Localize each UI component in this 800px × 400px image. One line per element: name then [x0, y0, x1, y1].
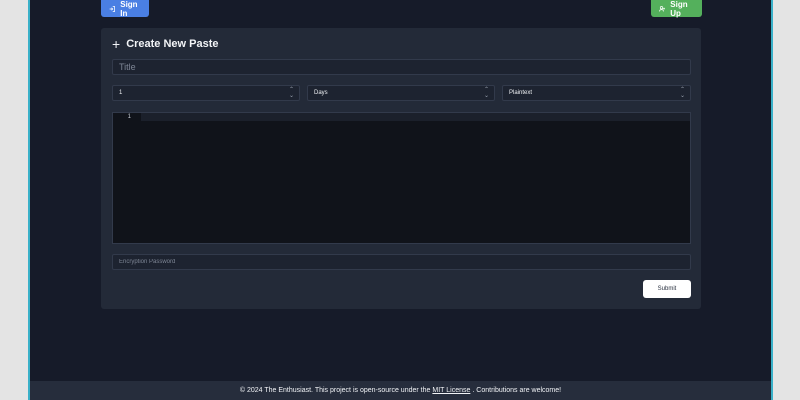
plus-icon: +: [112, 35, 121, 52]
sign-up-label: Sign Up: [670, 0, 688, 18]
title-input[interactable]: [112, 59, 691, 75]
expiry-value-text: 1: [119, 90, 123, 96]
footer-suffix: . Contributions are welcome!: [472, 387, 562, 394]
sign-in-label: Sign In: [120, 0, 138, 18]
mit-license-link[interactable]: MIT License: [432, 387, 470, 394]
card-title: + Create New Paste: [112, 35, 219, 52]
create-paste-card: + Create New Paste 1 ⌃⌄ Days ⌃⌄ Plaintex…: [101, 28, 701, 309]
expiry-unit-text: Days: [314, 90, 328, 96]
syntax-text: Plaintext: [509, 90, 533, 96]
sign-in-button[interactable]: Sign In: [101, 0, 149, 18]
expiry-value-select[interactable]: 1 ⌃ ⌄: [112, 85, 300, 101]
footer: © 2024 The Enthusiast. This project is o…: [30, 381, 771, 400]
card-title-text: Create New Paste: [126, 38, 219, 50]
sign-up-button[interactable]: Sign Up: [651, 0, 702, 18]
select-chevron-icon: ⌃ ⌄: [483, 87, 489, 99]
active-line-highlight: [141, 113, 690, 121]
line-number: 1: [127, 114, 131, 120]
user-plus-icon: [659, 5, 665, 12]
encryption-password-input[interactable]: [112, 254, 691, 270]
select-chevron-icon: ⌃ ⌄: [679, 87, 685, 99]
sign-in-icon: [109, 5, 115, 12]
app-window: Sign In Sign Up + Create New Paste 1 ⌃⌄ …: [28, 0, 773, 400]
select-chevron-icon: ⌃ ⌄: [288, 87, 294, 99]
syntax-select[interactable]: Plaintext ⌃ ⌄: [502, 85, 691, 101]
footer-prefix: © 2024 The Enthusiast. This project is o…: [239, 387, 431, 394]
expiry-unit-select[interactable]: Days ⌃ ⌄: [307, 85, 495, 101]
code-editor[interactable]: 1: [112, 112, 691, 244]
submit-button[interactable]: Submit: [643, 280, 691, 298]
